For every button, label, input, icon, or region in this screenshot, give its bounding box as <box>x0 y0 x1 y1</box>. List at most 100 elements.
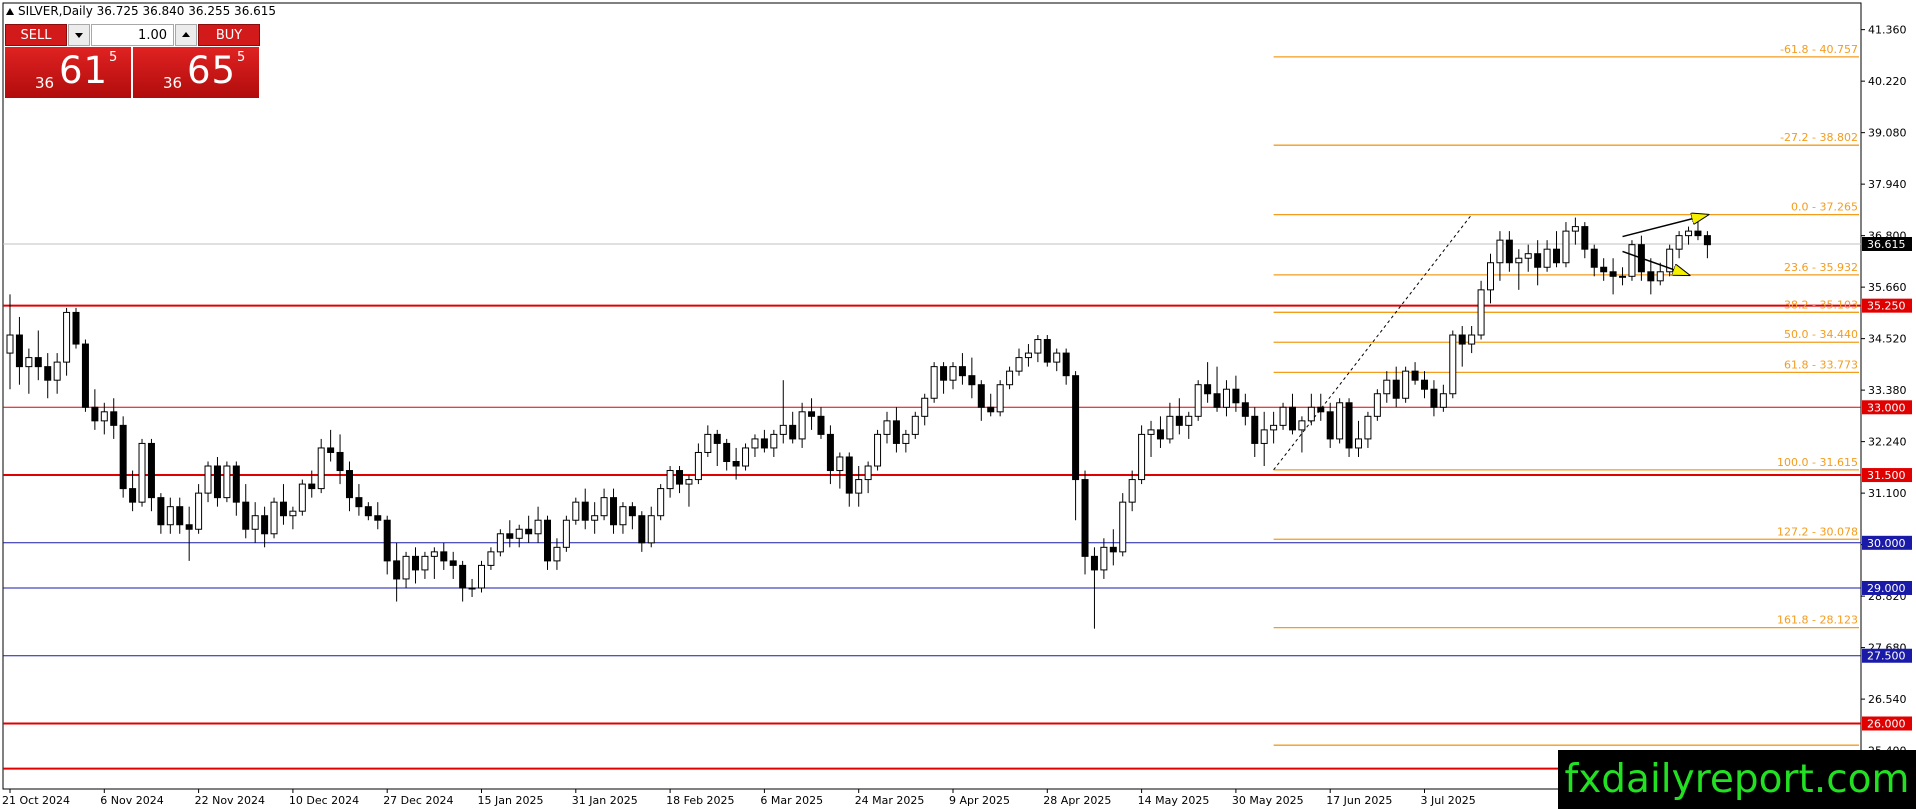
candle[interactable] <box>742 443 750 471</box>
candle[interactable] <box>15 316 23 385</box>
candle[interactable] <box>1543 240 1551 272</box>
candle[interactable] <box>544 515 552 570</box>
buy-price-panel[interactable]: 36 65 5 <box>133 47 259 98</box>
candle[interactable] <box>1194 380 1202 421</box>
candle[interactable] <box>487 547 495 570</box>
collapse-triangle-icon[interactable] <box>6 8 14 15</box>
candle[interactable] <box>1411 362 1419 385</box>
candle[interactable] <box>1505 231 1513 272</box>
candle[interactable] <box>129 470 137 512</box>
candle[interactable] <box>1534 240 1542 286</box>
lot-size-input[interactable] <box>91 24 174 46</box>
candle[interactable] <box>1439 384 1447 412</box>
candle[interactable] <box>496 529 504 557</box>
candle[interactable] <box>1279 402 1287 430</box>
candle[interactable] <box>562 515 570 552</box>
candle[interactable] <box>930 362 938 403</box>
candle[interactable] <box>1138 425 1146 485</box>
candle[interactable] <box>1571 217 1579 245</box>
candle[interactable] <box>1288 393 1296 435</box>
candle[interactable] <box>166 497 174 534</box>
candle[interactable] <box>525 515 533 543</box>
candle[interactable] <box>1147 420 1155 457</box>
candle[interactable] <box>1081 470 1089 575</box>
buy-button[interactable]: BUY <box>198 24 260 46</box>
candle[interactable] <box>911 411 919 439</box>
candle[interactable] <box>34 330 42 381</box>
sell-price-panel[interactable]: 36 61 5 <box>5 47 131 98</box>
candle[interactable] <box>817 407 825 439</box>
candle[interactable] <box>1449 330 1457 399</box>
candle[interactable] <box>1043 335 1051 367</box>
candle[interactable] <box>676 466 684 494</box>
candle[interactable] <box>760 429 768 453</box>
candle[interactable] <box>892 407 900 453</box>
candle[interactable] <box>25 348 33 394</box>
candle[interactable] <box>1685 226 1693 245</box>
candle[interactable] <box>789 411 797 444</box>
candle[interactable] <box>836 452 844 489</box>
candle[interactable] <box>666 466 674 498</box>
candle[interactable] <box>1100 538 1108 579</box>
candle[interactable] <box>213 456 221 507</box>
candle[interactable] <box>242 484 250 539</box>
candle[interactable] <box>53 353 61 394</box>
candle[interactable] <box>1156 416 1164 448</box>
candle[interactable] <box>798 402 806 448</box>
candle[interactable] <box>449 551 457 579</box>
candle[interactable] <box>1647 258 1655 295</box>
candle[interactable] <box>63 307 71 376</box>
candle[interactable] <box>1562 222 1570 268</box>
candle[interactable] <box>1109 529 1117 566</box>
candle[interactable] <box>81 339 89 412</box>
candle[interactable] <box>1421 371 1428 399</box>
candle[interactable] <box>1468 325 1476 354</box>
candle[interactable] <box>1458 325 1466 367</box>
candle[interactable] <box>1477 280 1485 340</box>
candle[interactable] <box>1515 249 1523 290</box>
candle[interactable] <box>1317 393 1325 421</box>
candle[interactable] <box>996 380 1004 417</box>
candle[interactable] <box>808 398 816 430</box>
candle[interactable] <box>393 542 401 602</box>
candle[interactable] <box>204 461 212 503</box>
candle[interactable] <box>1241 393 1249 426</box>
candle[interactable] <box>1175 398 1183 435</box>
candle[interactable] <box>383 515 391 575</box>
candle[interactable] <box>1600 258 1608 281</box>
candle[interactable] <box>1270 411 1278 444</box>
candle[interactable] <box>468 578 476 598</box>
candle[interactable] <box>949 362 957 390</box>
candle[interactable] <box>91 389 99 430</box>
candle[interactable] <box>1062 348 1070 385</box>
candle[interactable] <box>421 551 429 579</box>
candle[interactable] <box>600 488 608 521</box>
candle[interactable] <box>1213 366 1221 412</box>
candle[interactable] <box>1024 344 1032 367</box>
price-chart[interactable]: -61.8 - 40.757 -27.2 - 38.802 0.0 - 37.265… <box>0 0 1916 809</box>
candle[interactable] <box>704 425 712 457</box>
candle[interactable] <box>1072 371 1080 521</box>
candle[interactable] <box>72 307 80 349</box>
candle[interactable] <box>921 393 929 426</box>
candle[interactable] <box>902 429 910 453</box>
candle[interactable] <box>883 411 891 444</box>
candle[interactable] <box>147 438 155 512</box>
candle[interactable] <box>440 542 448 570</box>
candle[interactable] <box>1354 420 1362 457</box>
candle[interactable] <box>119 416 127 498</box>
candle[interactable] <box>610 488 618 534</box>
candle[interactable] <box>1326 402 1334 448</box>
candle[interactable] <box>1609 258 1617 295</box>
candle[interactable] <box>345 461 353 512</box>
candle[interactable] <box>1307 393 1315 426</box>
candle[interactable] <box>619 502 627 534</box>
candle[interactable] <box>770 429 778 457</box>
candle[interactable] <box>138 438 146 507</box>
candle[interactable] <box>223 461 231 503</box>
candle[interactable] <box>261 506 269 548</box>
candle[interactable] <box>713 429 721 467</box>
candle[interactable] <box>478 560 485 593</box>
candle[interactable] <box>402 551 410 588</box>
candle[interactable] <box>1298 416 1306 453</box>
